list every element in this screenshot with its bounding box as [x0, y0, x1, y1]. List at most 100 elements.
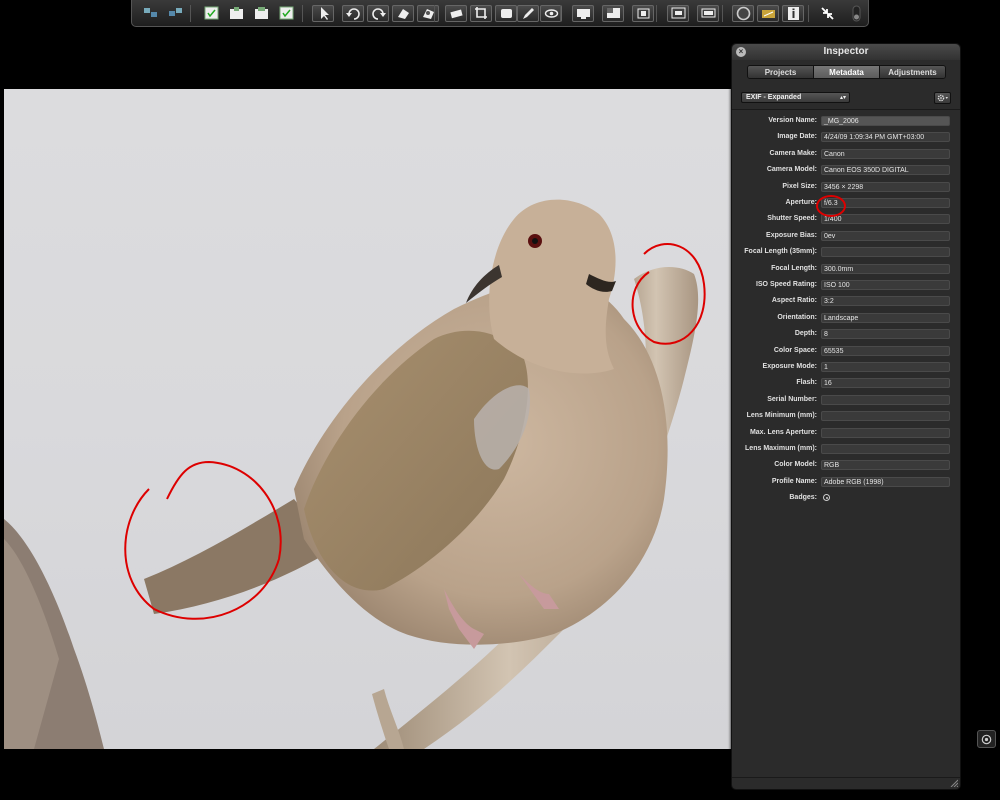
- rotate-right-button[interactable]: [367, 5, 389, 22]
- gear-icon: [937, 94, 948, 102]
- metadata-label: Image Date:: [777, 133, 817, 141]
- select-all-icon: [204, 6, 218, 20]
- metadata-value-field[interactable]: _MG_2006: [821, 116, 950, 126]
- metadata-row: Orientation: Landscape: [732, 312, 960, 324]
- exit-fullscreen-button[interactable]: [818, 5, 836, 22]
- info-button[interactable]: [782, 5, 804, 22]
- stack-view-icon: [168, 8, 182, 16]
- metadata-value-field[interactable]: 3456 × 2298: [821, 181, 950, 192]
- straighten-button[interactable]: [445, 5, 467, 22]
- metadata-row: Focal Length: 300.0mm: [732, 263, 960, 275]
- tab-metadata[interactable]: Metadata: [814, 66, 880, 78]
- filmstrip-button[interactable]: [697, 5, 719, 22]
- inspector-title: Inspector: [823, 46, 869, 57]
- resize-grip-icon[interactable]: [950, 779, 958, 787]
- metadata-value-field[interactable]: 16: [821, 378, 950, 389]
- photo-viewer[interactable]: [4, 89, 732, 749]
- stamp-button[interactable]: [252, 5, 270, 22]
- metadata-label: Shutter Speed:: [767, 215, 817, 223]
- toolbar-separator: [560, 5, 561, 22]
- metadata-label: Lens Minimum (mm):: [746, 412, 817, 420]
- brush-button[interactable]: [517, 5, 539, 22]
- rotate-left-button[interactable]: [342, 5, 364, 22]
- split-view-button[interactable]: [141, 5, 159, 22]
- lift-tool-icon: [397, 9, 409, 19]
- metadata-value-field[interactable]: [821, 411, 950, 422]
- toggle-switch-icon: [852, 5, 860, 22]
- metadata-row: Pixel Size: 3456 × 2298: [732, 181, 960, 193]
- metadata-row: Version Name: _MG_2006: [732, 115, 960, 127]
- metadata-value-field[interactable]: [821, 444, 950, 454]
- metadata-row: Serial Number:: [732, 394, 960, 406]
- metadata-value-field[interactable]: 65535: [821, 345, 950, 356]
- loupe-icon: [576, 9, 590, 19]
- keywords-button[interactable]: [757, 5, 779, 22]
- metadata-value-field[interactable]: 4/24/09 1:09:34 PM GMT+03:00: [821, 132, 950, 143]
- spot-patch-button[interactable]: [495, 5, 517, 22]
- metadata-row: Lens Maximum (mm):: [732, 443, 960, 455]
- metadata-value-field[interactable]: RGB: [821, 460, 950, 471]
- fullscreen-button[interactable]: [632, 5, 654, 22]
- tab-adjustments[interactable]: Adjustments: [880, 66, 945, 78]
- inspector-tabs: Projects Metadata Adjustments: [747, 65, 946, 79]
- metadata-view-select[interactable]: EXIF - Expanded ▴▾: [741, 92, 850, 103]
- lift-tool-button[interactable]: [392, 5, 414, 22]
- metadata-label: Color Space:: [773, 346, 817, 354]
- loupe-button[interactable]: [572, 5, 594, 22]
- crop-icon: [474, 7, 487, 19]
- red-eye-button[interactable]: [540, 5, 562, 22]
- stack-view-button[interactable]: [166, 5, 184, 22]
- stamp-icon: [254, 7, 268, 19]
- inspector-title-bar[interactable]: × Inspector: [732, 44, 960, 60]
- metadata-value-field[interactable]: 300.0mm: [821, 263, 950, 274]
- lift-icon: [229, 7, 243, 19]
- metadata-value-field[interactable]: 3:2: [821, 296, 950, 307]
- target-icon: [981, 734, 992, 744]
- metadata-row: Aperture: f/6.3: [732, 197, 960, 209]
- keywords-icon: [761, 10, 775, 18]
- inspector-panel: × Inspector Projects Metadata Adjustment…: [731, 43, 961, 790]
- main-toolbar: [131, 0, 869, 27]
- viewer-button[interactable]: [602, 5, 624, 22]
- metadata-value-field[interactable]: Adobe RGB (1998): [821, 476, 950, 487]
- metadata-value-field[interactable]: ISO 100: [821, 280, 950, 290]
- close-icon[interactable]: ×: [736, 47, 746, 57]
- straighten-icon: [449, 9, 463, 19]
- circle-button[interactable]: [732, 5, 754, 22]
- stamp-tool-button[interactable]: [417, 5, 439, 22]
- compare-button[interactable]: [667, 5, 689, 22]
- metadata-value-field[interactable]: 8: [821, 329, 950, 340]
- metadata-actions-button[interactable]: [934, 92, 951, 104]
- selection-tool-button[interactable]: [312, 5, 334, 22]
- metadata-row: Profile Name: Adobe RGB (1998): [732, 476, 960, 488]
- metadata-value-field[interactable]: Canon: [821, 148, 950, 159]
- metadata-label: Pixel Size:: [782, 182, 817, 190]
- approve-button[interactable]: [277, 5, 295, 22]
- metadata-label: Lens Maximum (mm):: [745, 445, 817, 452]
- metadata-row: Image Date: 4/24/09 1:09:34 PM GMT+03:00: [732, 131, 960, 143]
- crop-button[interactable]: [470, 5, 492, 22]
- metadata-value-field[interactable]: [821, 394, 950, 405]
- filmstrip-icon: [701, 8, 715, 18]
- viewer-options-button[interactable]: [977, 730, 996, 748]
- circle-icon: [736, 6, 750, 21]
- lift-button[interactable]: [227, 5, 245, 22]
- metadata-label: Color Model:: [774, 461, 817, 469]
- annotation-circle-aperture: [816, 195, 846, 217]
- metadata-value-field[interactable]: [821, 247, 950, 258]
- metadata-value-field[interactable]: Canon EOS 350D DIGITAL: [821, 165, 950, 176]
- metadata-row: Camera Model: Canon EOS 350D DIGITAL: [732, 164, 960, 176]
- toolbar-separator: [656, 5, 657, 22]
- tab-projects[interactable]: Projects: [748, 66, 814, 78]
- metadata-row: ISO Speed Rating: ISO 100: [732, 279, 960, 291]
- metadata-value-field[interactable]: [821, 427, 950, 438]
- metadata-value-field[interactable]: 0ev: [821, 230, 950, 241]
- inspector-footer: [732, 777, 960, 789]
- metadata-value-field[interactable]: 1: [821, 362, 950, 372]
- metadata-value-field[interactable]: [821, 493, 950, 503]
- metadata-value-field[interactable]: 1/400: [821, 214, 950, 225]
- toggle-switch-button[interactable]: [847, 5, 865, 22]
- metadata-row: Depth: 8: [732, 328, 960, 340]
- select-all-button[interactable]: [202, 5, 220, 22]
- metadata-value-field[interactable]: Landscape: [821, 312, 950, 323]
